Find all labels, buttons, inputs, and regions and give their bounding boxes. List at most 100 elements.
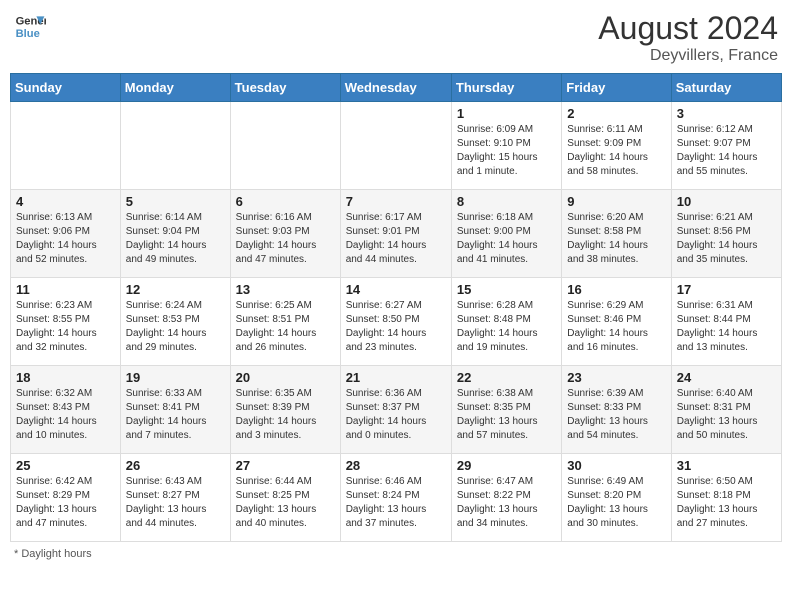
calendar-day-cell: 18 Sunrise: 6:32 AM Sunset: 8:43 PM Dayli…	[11, 366, 121, 454]
calendar-day-header: Wednesday	[340, 74, 451, 102]
day-info: Sunrise: 6:21 AM Sunset: 8:56 PM Dayligh…	[677, 211, 776, 267]
calendar-day-cell: 25 Sunrise: 6:42 AM Sunset: 8:29 PM Dayli…	[11, 454, 121, 542]
calendar-day-cell: 20 Sunrise: 6:35 AM Sunset: 8:39 PM Dayli…	[230, 366, 340, 454]
calendar-day-cell: 1Sunrise: 6:09 AM Sunset: 9:10 PM Daylig…	[451, 102, 561, 190]
day-info: Sunrise: 6:18 AM Sunset: 9:00 PM Dayligh…	[457, 211, 556, 267]
calendar-week-row: 1Sunrise: 6:09 AM Sunset: 9:10 PM Daylig…	[11, 102, 782, 190]
day-info: Sunrise: 6:32 AM Sunset: 8:43 PM Dayligh…	[16, 387, 115, 443]
calendar-day-cell: 4 Sunrise: 6:13 AM Sunset: 9:06 PM Daylig…	[11, 190, 121, 278]
calendar-day-header: Friday	[562, 74, 671, 102]
day-number: 24	[677, 370, 776, 385]
calendar-day-cell	[340, 102, 451, 190]
day-info: Sunrise: 6:31 AM Sunset: 8:44 PM Dayligh…	[677, 299, 776, 355]
day-number: 17	[677, 282, 776, 297]
day-number: 13	[236, 282, 335, 297]
calendar-week-row: 4 Sunrise: 6:13 AM Sunset: 9:06 PM Daylig…	[11, 190, 782, 278]
page-header: General Blue August 2024 Deyvillers, Fra…	[10, 10, 782, 65]
calendar-day-cell: 14Sunrise: 6:27 AM Sunset: 8:50 PM Dayli…	[340, 278, 451, 366]
calendar-day-header: Tuesday	[230, 74, 340, 102]
calendar-day-cell: 27Sunrise: 6:44 AM Sunset: 8:25 PM Dayli…	[230, 454, 340, 542]
logo-icon: General Blue	[14, 10, 46, 42]
calendar-day-cell: 26 Sunrise: 6:43 AM Sunset: 8:27 PM Dayli…	[120, 454, 230, 542]
day-number: 25	[16, 458, 115, 473]
calendar-day-cell: 6 Sunrise: 6:16 AM Sunset: 9:03 PM Daylig…	[230, 190, 340, 278]
day-info: Sunrise: 6:20 AM Sunset: 8:58 PM Dayligh…	[567, 211, 665, 267]
day-info: Sunrise: 6:25 AM Sunset: 8:51 PM Dayligh…	[236, 299, 335, 355]
calendar-day-cell	[230, 102, 340, 190]
daylight-hours-label: Daylight hours	[21, 548, 91, 560]
day-info: Sunrise: 6:24 AM Sunset: 8:53 PM Dayligh…	[126, 299, 225, 355]
day-info: Sunrise: 6:23 AM Sunset: 8:55 PM Dayligh…	[16, 299, 115, 355]
title-block: August 2024 Deyvillers, France	[598, 10, 778, 65]
day-info: Sunrise: 6:38 AM Sunset: 8:35 PM Dayligh…	[457, 387, 556, 443]
calendar-day-cell: 15 Sunrise: 6:28 AM Sunset: 8:48 PM Dayli…	[451, 278, 561, 366]
day-info: Sunrise: 6:40 AM Sunset: 8:31 PM Dayligh…	[677, 387, 776, 443]
calendar-day-cell: 17 Sunrise: 6:31 AM Sunset: 8:44 PM Dayli…	[671, 278, 781, 366]
month-title: August 2024	[598, 10, 778, 47]
day-info: Sunrise: 6:13 AM Sunset: 9:06 PM Dayligh…	[16, 211, 115, 267]
calendar-day-cell: 11 Sunrise: 6:23 AM Sunset: 8:55 PM Dayli…	[11, 278, 121, 366]
day-info: Sunrise: 6:16 AM Sunset: 9:03 PM Dayligh…	[236, 211, 335, 267]
day-number: 12	[126, 282, 225, 297]
day-number: 9	[567, 194, 665, 209]
svg-text:Blue: Blue	[16, 28, 40, 40]
calendar-day-cell: 16 Sunrise: 6:29 AM Sunset: 8:46 PM Dayli…	[562, 278, 671, 366]
calendar-day-cell: 2Sunrise: 6:11 AM Sunset: 9:09 PM Daylig…	[562, 102, 671, 190]
day-info: Sunrise: 6:47 AM Sunset: 8:22 PM Dayligh…	[457, 475, 556, 531]
day-info: Sunrise: 6:49 AM Sunset: 8:20 PM Dayligh…	[567, 475, 665, 531]
day-number: 27	[236, 458, 335, 473]
day-info: Sunrise: 6:42 AM Sunset: 8:29 PM Dayligh…	[16, 475, 115, 531]
location-title: Deyvillers, France	[598, 47, 778, 65]
day-info: Sunrise: 6:28 AM Sunset: 8:48 PM Dayligh…	[457, 299, 556, 355]
calendar-day-cell	[11, 102, 121, 190]
calendar-week-row: 25 Sunrise: 6:42 AM Sunset: 8:29 PM Dayli…	[11, 454, 782, 542]
day-number: 23	[567, 370, 665, 385]
calendar-day-cell: 12 Sunrise: 6:24 AM Sunset: 8:53 PM Dayli…	[120, 278, 230, 366]
day-info: Sunrise: 6:17 AM Sunset: 9:01 PM Dayligh…	[346, 211, 446, 267]
calendar-day-cell: 29 Sunrise: 6:47 AM Sunset: 8:22 PM Dayli…	[451, 454, 561, 542]
day-info: Sunrise: 6:43 AM Sunset: 8:27 PM Dayligh…	[126, 475, 225, 531]
day-number: 20	[236, 370, 335, 385]
day-number: 10	[677, 194, 776, 209]
day-number: 31	[677, 458, 776, 473]
day-number: 15	[457, 282, 556, 297]
calendar-day-cell: 9 Sunrise: 6:20 AM Sunset: 8:58 PM Daylig…	[562, 190, 671, 278]
day-info: Sunrise: 6:33 AM Sunset: 8:41 PM Dayligh…	[126, 387, 225, 443]
day-number: 7	[346, 194, 446, 209]
calendar-day-cell: 8 Sunrise: 6:18 AM Sunset: 9:00 PM Daylig…	[451, 190, 561, 278]
calendar-day-cell	[120, 102, 230, 190]
calendar-day-cell: 7 Sunrise: 6:17 AM Sunset: 9:01 PM Daylig…	[340, 190, 451, 278]
day-number: 18	[16, 370, 115, 385]
calendar-day-cell: 3Sunrise: 6:12 AM Sunset: 9:07 PM Daylig…	[671, 102, 781, 190]
calendar-week-row: 11 Sunrise: 6:23 AM Sunset: 8:55 PM Dayli…	[11, 278, 782, 366]
day-info: Sunrise: 6:46 AM Sunset: 8:24 PM Dayligh…	[346, 475, 446, 531]
calendar-header-row: SundayMondayTuesdayWednesdayThursdayFrid…	[11, 74, 782, 102]
calendar-day-cell: 21Sunrise: 6:36 AM Sunset: 8:37 PM Dayli…	[340, 366, 451, 454]
calendar-day-cell: 24 Sunrise: 6:40 AM Sunset: 8:31 PM Dayli…	[671, 366, 781, 454]
calendar-day-cell: 28Sunrise: 6:46 AM Sunset: 8:24 PM Dayli…	[340, 454, 451, 542]
calendar-day-header: Monday	[120, 74, 230, 102]
day-number: 22	[457, 370, 556, 385]
calendar-day-cell: 19 Sunrise: 6:33 AM Sunset: 8:41 PM Dayli…	[120, 366, 230, 454]
day-number: 2	[567, 106, 665, 121]
day-number: 8	[457, 194, 556, 209]
calendar-week-row: 18 Sunrise: 6:32 AM Sunset: 8:43 PM Dayli…	[11, 366, 782, 454]
calendar-day-header: Saturday	[671, 74, 781, 102]
day-info: Sunrise: 6:29 AM Sunset: 8:46 PM Dayligh…	[567, 299, 665, 355]
day-number: 29	[457, 458, 556, 473]
day-number: 4	[16, 194, 115, 209]
day-number: 11	[16, 282, 115, 297]
calendar-day-cell: 5Sunrise: 6:14 AM Sunset: 9:04 PM Daylig…	[120, 190, 230, 278]
day-info: Sunrise: 6:35 AM Sunset: 8:39 PM Dayligh…	[236, 387, 335, 443]
day-number: 26	[126, 458, 225, 473]
calendar-day-cell: 31 Sunrise: 6:50 AM Sunset: 8:18 PM Dayli…	[671, 454, 781, 542]
day-number: 30	[567, 458, 665, 473]
day-number: 16	[567, 282, 665, 297]
day-number: 6	[236, 194, 335, 209]
calendar-day-header: Thursday	[451, 74, 561, 102]
calendar-day-cell: 13 Sunrise: 6:25 AM Sunset: 8:51 PM Dayli…	[230, 278, 340, 366]
calendar-day-cell: 23Sunrise: 6:39 AM Sunset: 8:33 PM Dayli…	[562, 366, 671, 454]
day-number: 1	[457, 106, 556, 121]
day-number: 19	[126, 370, 225, 385]
day-info: Sunrise: 6:50 AM Sunset: 8:18 PM Dayligh…	[677, 475, 776, 531]
